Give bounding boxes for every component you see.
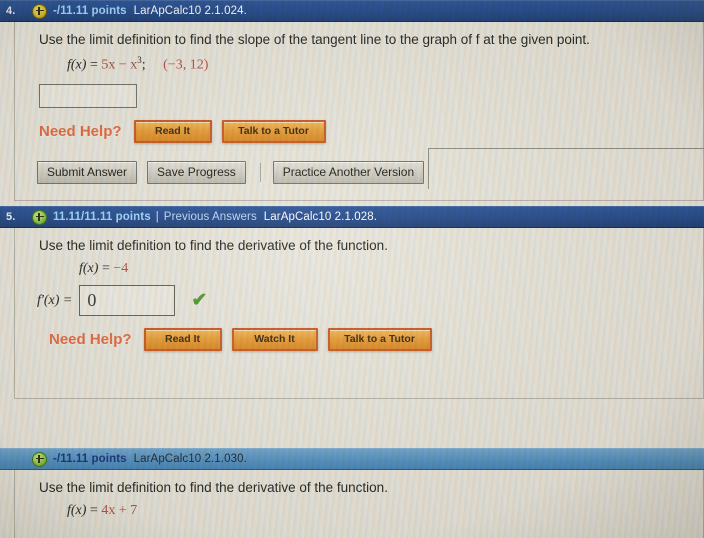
talk-to-tutor-button-5[interactable]: Talk to a Tutor [327, 328, 432, 351]
answer-input-4[interactable] [39, 83, 137, 108]
derivative-row-5: f'(x) = 0 ✔ [15, 277, 703, 316]
assignment-id-6: LarApCalc10 2.1.030. [133, 453, 247, 465]
function-expression-4: f(x) = 5x − x3; (−3, 12) [15, 47, 703, 74]
header-separator-5: | [155, 211, 159, 223]
problem-block-6: -/11.11 points LarApCalc10 2.1.030. Use … [0, 448, 704, 538]
need-help-label-5: Need Help? [49, 331, 132, 348]
function-expression-5: f(x) = −4 [15, 253, 703, 277]
function-body-5: −4 [113, 261, 129, 276]
problem-card-6: Use the limit definition to find the der… [14, 470, 704, 538]
answer-area-4 [15, 74, 703, 108]
equals-sign-5: = [101, 261, 110, 276]
question-text-5: Use the limit definition to find the der… [39, 238, 388, 253]
expand-plus-icon[interactable] [32, 451, 47, 467]
read-it-button-4[interactable]: Read It [133, 119, 212, 143]
function-suffix-4: ; [141, 57, 146, 73]
points-label-6: -/11.11 points [53, 453, 127, 465]
problem-header-4: 4. -/11.11 points LarApCalc10 2.1.024. [0, 0, 704, 22]
derivative-input-5[interactable]: 0 [79, 285, 176, 316]
function-expression-6: f(x) = 4x + 7 [15, 495, 703, 519]
problem-number-5: 5. [6, 211, 16, 223]
function-label-6: f(x) [67, 503, 87, 518]
expand-plus-icon[interactable] [32, 209, 47, 225]
points-label-5: 11.11/11.11 points [53, 211, 151, 223]
equals-sign-6: = [89, 503, 98, 518]
function-body-6: 4x + 7 [101, 503, 138, 518]
question-text-4: Use the limit definition to find the slo… [39, 32, 590, 47]
need-help-label-4: Need Help? [39, 122, 122, 140]
help-row-5: Need Help? Read It Watch It Talk to a Tu… [15, 316, 703, 351]
expand-plus-icon[interactable] [32, 3, 47, 19]
problem-header-6: -/11.11 points LarApCalc10 2.1.030. [0, 448, 704, 470]
assignment-id-5: LarApCalc10 2.1.028. [263, 211, 378, 223]
problem-block-4: 4. -/11.11 points LarApCalc10 2.1.024. U… [0, 0, 704, 201]
previous-answers-link-5[interactable]: Previous Answers [164, 211, 257, 223]
problem-card-5: Use the limit definition to find the der… [14, 228, 704, 399]
function-label-4: f(x) [67, 57, 87, 73]
assignment-id-4: LarApCalc10 2.1.024. [133, 5, 247, 17]
function-body-4: 5x − x [101, 57, 138, 73]
help-row-4: Need Help? Read It Talk to a Tutor [15, 108, 703, 143]
problem-number-4: 4. [6, 5, 16, 17]
watch-it-button-5[interactable]: Watch It [231, 328, 318, 351]
question-text-6: Use the limit definition to find the der… [39, 480, 388, 495]
panel-outline-right [428, 148, 704, 189]
save-progress-button[interactable]: Save Progress [147, 160, 246, 184]
talk-to-tutor-button-4[interactable]: Talk to a Tutor [221, 119, 326, 143]
correct-check-icon: ✔ [191, 290, 208, 311]
points-label-4: -/11.11 points [53, 5, 127, 17]
problem-block-5: 5. 11.11/11.11 points | Previous Answers… [0, 206, 704, 399]
browser-viewport: 4. -/11.11 points LarApCalc10 2.1.024. U… [0, 0, 704, 538]
equals-sign-4: = [89, 57, 98, 73]
practice-another-version-button[interactable]: Practice Another Version [272, 160, 425, 184]
derivative-label-5: f'(x) = [37, 292, 73, 308]
problem-header-5: 5. 11.11/11.11 points | Previous Answers… [0, 206, 704, 228]
read-it-button-5[interactable]: Read It [143, 328, 222, 351]
button-divider [259, 162, 261, 182]
submit-answer-button[interactable]: Submit Answer [37, 160, 138, 184]
given-point-4: (−3, 12) [163, 57, 209, 73]
function-label-5: f(x) [79, 261, 99, 276]
